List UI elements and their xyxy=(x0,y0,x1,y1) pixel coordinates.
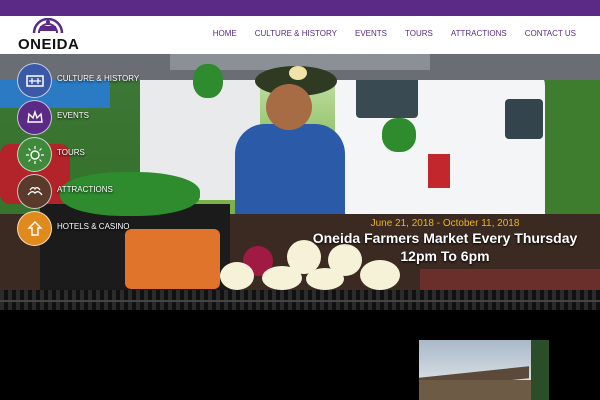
hero-pepper-right xyxy=(382,118,416,152)
sidenav-item-tours[interactable]: TOURS xyxy=(17,137,177,172)
sidenav-label: HOTELS & CASINO xyxy=(57,222,130,231)
hero-van-window xyxy=(356,74,418,118)
site-logo[interactable]: ONEIDA xyxy=(18,18,80,53)
hero-title: Oneida Farmers Market Every Thursday 12p… xyxy=(312,230,578,264)
top-accent-bar xyxy=(0,0,600,16)
nav-tours[interactable]: TOURS xyxy=(405,29,433,38)
crown-icon xyxy=(26,109,43,123)
oneida-logo-icon xyxy=(32,18,64,34)
sun-icon xyxy=(25,145,44,164)
hero-date: June 21, 2018 - October 11, 2018 xyxy=(370,218,520,229)
hero-beets xyxy=(420,269,600,290)
main-nav: HOME CULTURE & HISTORY EVENTS TOURS ATTR… xyxy=(195,29,576,38)
hero-van-taillight xyxy=(428,154,450,188)
decorative-pattern-line xyxy=(0,300,600,302)
nav-contact-us[interactable]: CONTACT US xyxy=(525,29,576,38)
hero-onion xyxy=(220,262,254,290)
nav-home[interactable]: HOME xyxy=(213,29,237,38)
hands-icon xyxy=(26,186,43,195)
thumb-tree xyxy=(531,340,549,400)
sidenav-circle xyxy=(17,174,52,209)
site-header: ONEIDA HOME CULTURE & HISTORY EVENTS TOU… xyxy=(0,16,600,54)
logo-text: ONEIDA xyxy=(18,36,80,53)
clan-icon xyxy=(26,220,43,236)
thumb-barn xyxy=(419,380,549,400)
sidenav-circle xyxy=(17,100,52,135)
nav-culture-history[interactable]: CULTURE & HISTORY xyxy=(255,29,337,38)
wampum-icon xyxy=(25,74,44,87)
hero-van-rear-window xyxy=(505,99,543,139)
sidenav-item-events[interactable]: EVENTS xyxy=(17,100,177,135)
nav-events[interactable]: EVENTS xyxy=(355,29,387,38)
nav-attractions[interactable]: ATTRACTIONS xyxy=(451,29,507,38)
hero-hat-flower xyxy=(289,66,307,80)
sidenav-item-attractions[interactable]: ATTRACTIONS xyxy=(17,174,177,209)
category-sidenav: CULTURE & HISTORY EVENTS TOURS ATTRACTIO… xyxy=(17,63,177,248)
sidenav-label: ATTRACTIONS xyxy=(57,185,113,194)
hero-caption[interactable]: June 21, 2018 - October 11, 2018 Oneida … xyxy=(310,218,580,265)
sidenav-circle xyxy=(17,211,52,246)
sidenav-circle xyxy=(17,137,52,172)
hero-vendor xyxy=(235,124,345,224)
hero-pepper-left xyxy=(193,64,223,98)
sidenav-item-hotels-casino[interactable]: HOTELS & CASINO xyxy=(17,211,177,246)
sidenav-label: EVENTS xyxy=(57,111,90,120)
hero-onion xyxy=(262,266,302,290)
hero-vendor-face xyxy=(266,84,312,130)
sidenav-label: CULTURE & HISTORY xyxy=(57,74,140,83)
featured-image-barn[interactable] xyxy=(419,340,549,400)
sidenav-item-culture-history[interactable]: CULTURE & HISTORY xyxy=(17,63,177,98)
sidenav-label: TOURS xyxy=(57,148,85,157)
sidenav-circle xyxy=(17,63,52,98)
